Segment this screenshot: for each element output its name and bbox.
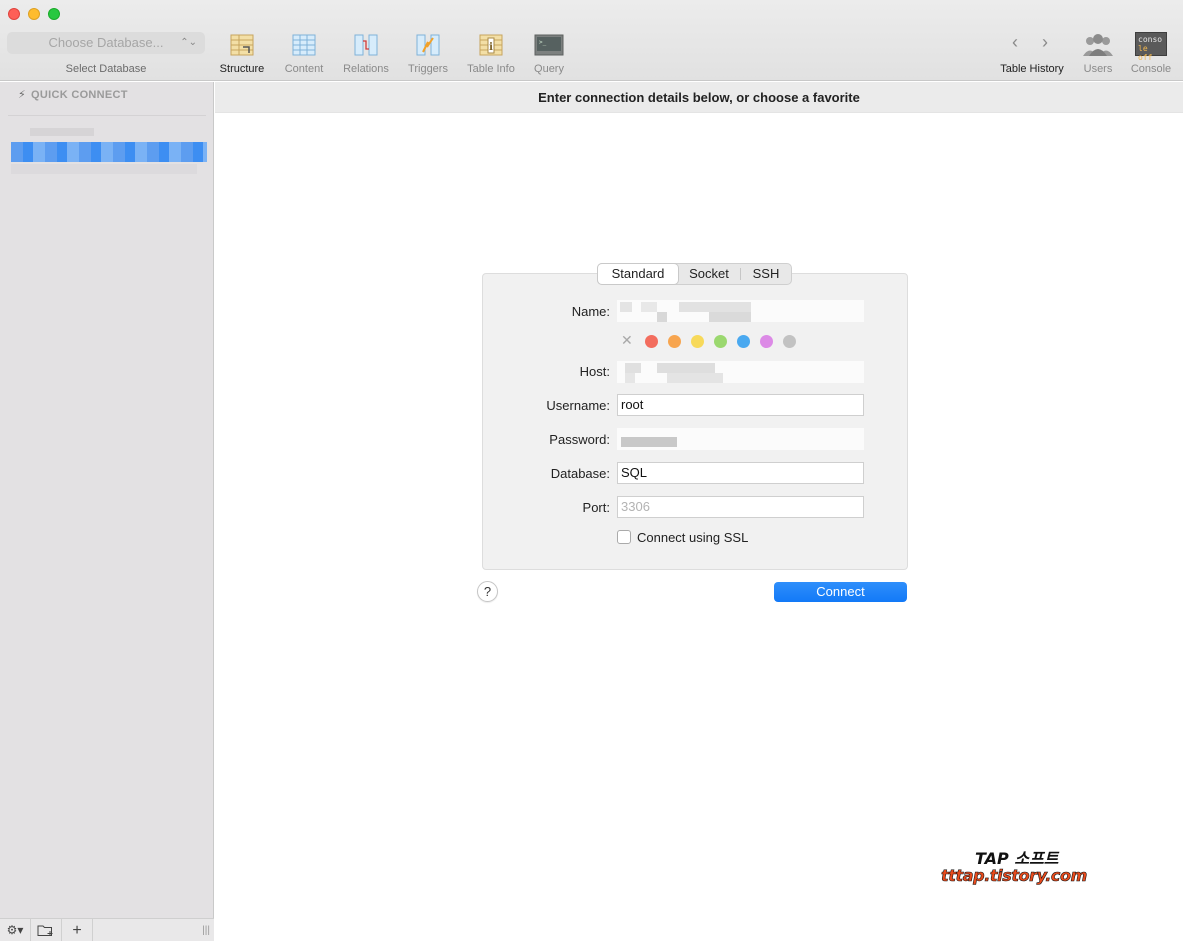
tab-standard[interactable]: Standard xyxy=(598,264,678,284)
triggers-label: Triggers xyxy=(408,63,448,75)
app-window: Choose Database... ⌃⌄ Select Database St… xyxy=(0,0,1183,941)
structure-label: Structure xyxy=(219,63,265,75)
gear-menu-button[interactable]: ⚙▾ xyxy=(0,919,31,941)
port-field[interactable]: 3306 xyxy=(617,496,864,518)
resize-handle-icon[interactable]: ||| xyxy=(202,919,210,941)
table-info-label: Table Info xyxy=(467,63,515,75)
connect-button[interactable]: Connect xyxy=(774,582,907,602)
help-button[interactable]: ? xyxy=(477,581,498,602)
structure-button[interactable]: Structure xyxy=(212,32,272,75)
password-field[interactable] xyxy=(617,428,864,450)
query-icon: >_ xyxy=(534,32,564,58)
console-icon-text-top: conso xyxy=(1138,35,1163,44)
svg-text:i: i xyxy=(489,42,493,53)
svg-text:>_: >_ xyxy=(539,39,547,46)
gear-icon: ⚙▾ xyxy=(6,923,24,937)
query-button[interactable]: >_ Query xyxy=(519,32,579,75)
sidebar: ⚡︎ QUICK CONNECT ⚙▾ + ||| xyxy=(0,82,214,941)
database-select[interactable]: Choose Database... ⌃⌄ xyxy=(7,32,205,54)
port-label: Port: xyxy=(582,500,610,515)
ssl-checkbox[interactable]: Connect using SSL xyxy=(617,530,748,545)
console-icon-text-bottom: le off xyxy=(1138,44,1153,62)
history-navigation: ‹ › xyxy=(1008,32,1058,54)
triggers-icon xyxy=(415,32,441,58)
add-favorite-button[interactable]: + xyxy=(62,919,93,941)
new-folder-icon xyxy=(37,925,53,936)
toolbar: Choose Database... ⌃⌄ Select Database St… xyxy=(0,0,1183,81)
color-tag-green[interactable] xyxy=(714,335,727,348)
host-label: Host: xyxy=(579,364,610,379)
color-tag-red[interactable] xyxy=(645,335,658,348)
console-button[interactable]: conso le off Console xyxy=(1121,32,1181,75)
table-info-icon: i xyxy=(478,32,504,58)
quick-connect-item[interactable]: ⚡︎ QUICK CONNECT xyxy=(18,88,128,101)
chevron-updown-icon: ⌃⌄ xyxy=(180,37,197,48)
structure-icon xyxy=(229,32,255,58)
redacted-block xyxy=(625,373,635,383)
redacted-block xyxy=(625,363,641,373)
table-info-button[interactable]: i Table Info xyxy=(461,32,521,75)
relations-button[interactable]: Relations xyxy=(336,32,396,75)
redacted-block xyxy=(620,302,632,312)
connection-header: Enter connection details below, or choos… xyxy=(215,82,1183,113)
users-label: Users xyxy=(1083,63,1113,75)
favorites-heading-redacted xyxy=(30,128,94,136)
users-icon xyxy=(1081,32,1115,58)
color-tag-yellow[interactable] xyxy=(691,335,704,348)
redacted-block xyxy=(709,312,751,322)
host-field[interactable] xyxy=(617,361,864,383)
zoom-window-button[interactable] xyxy=(48,8,60,20)
forward-arrow-icon[interactable]: › xyxy=(1042,32,1048,53)
lightning-icon: ⚡︎ xyxy=(18,89,27,101)
connection-type-tabs: Standard Socket SSH xyxy=(597,263,792,285)
console-icon: conso le off xyxy=(1135,32,1167,62)
password-label: Password: xyxy=(549,432,610,447)
new-folder-button[interactable] xyxy=(31,919,62,941)
redacted-block xyxy=(657,363,715,373)
color-tag-blue[interactable] xyxy=(737,335,750,348)
tab-socket[interactable]: Socket xyxy=(678,264,740,284)
database-select-value: Choose Database... xyxy=(48,35,164,50)
plus-icon: + xyxy=(72,922,82,939)
redacted-block xyxy=(621,437,677,447)
relations-icon xyxy=(353,32,379,58)
sidebar-divider xyxy=(8,115,206,116)
database-field[interactable]: SQL xyxy=(617,462,864,484)
color-tag-gray[interactable] xyxy=(783,335,796,348)
redacted-block xyxy=(679,302,751,312)
name-field[interactable] xyxy=(617,300,864,322)
triggers-button[interactable]: Triggers xyxy=(398,32,458,75)
users-button[interactable]: Users xyxy=(1068,32,1128,75)
close-window-button[interactable] xyxy=(8,8,20,20)
name-label: Name: xyxy=(571,304,610,319)
redacted-block xyxy=(667,373,723,383)
color-tag-purple[interactable] xyxy=(760,335,773,348)
console-label: Console xyxy=(1130,63,1172,75)
database-label: Database: xyxy=(550,466,610,481)
redacted-block xyxy=(641,302,657,312)
username-field[interactable]: root xyxy=(617,394,864,416)
database-select-caption: Select Database xyxy=(65,63,147,75)
checkbox-icon xyxy=(617,530,631,544)
watermark-url: tttap.tistory.com xyxy=(941,866,1088,886)
query-label: Query xyxy=(534,63,564,75)
clear-color-icon[interactable]: ✕ xyxy=(621,332,633,349)
tab-ssh[interactable]: SSH xyxy=(741,264,791,284)
ssl-label: Connect using SSL xyxy=(637,530,749,545)
quick-connect-label: QUICK CONNECT xyxy=(31,89,128,101)
content-button[interactable]: Content xyxy=(274,32,334,75)
content-label: Content xyxy=(284,63,324,75)
favorite-item-redacted[interactable] xyxy=(11,142,207,162)
table-history-label: Table History xyxy=(1000,63,1064,75)
color-tag-orange[interactable] xyxy=(668,335,681,348)
sidebar-bottom-bar: ⚙▾ + ||| xyxy=(0,918,214,941)
back-arrow-icon[interactable]: ‹ xyxy=(1012,32,1018,53)
relations-label: Relations xyxy=(343,63,389,75)
username-label: Username: xyxy=(546,398,610,413)
minimize-window-button[interactable] xyxy=(28,8,40,20)
content-icon xyxy=(291,32,317,58)
favorite-item-redacted-2[interactable] xyxy=(11,164,197,174)
redacted-block xyxy=(657,312,667,322)
